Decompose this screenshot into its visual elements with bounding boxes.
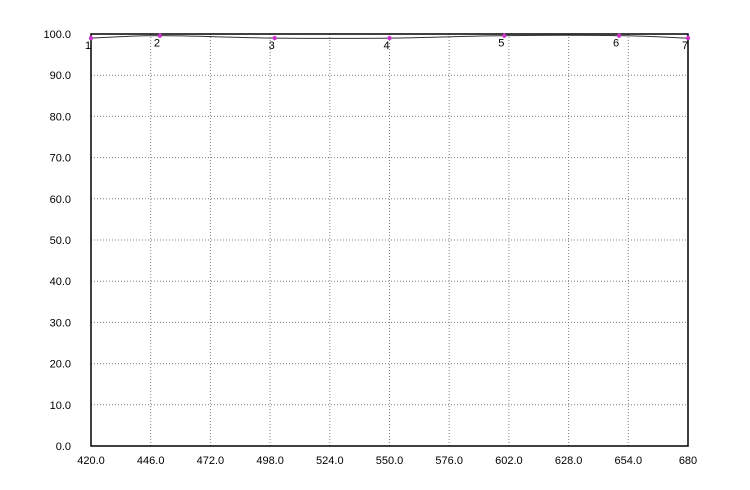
point-labels: 1 2 3 4 5 6 7: [85, 38, 688, 52]
y-tick-label: 100.0: [43, 29, 71, 41]
x-tick-label: 654.0: [615, 455, 643, 467]
y-tick-label: 50.0: [50, 235, 71, 247]
x-tick-label: 602.0: [495, 455, 523, 467]
data-point-label: 4: [383, 40, 389, 52]
x-tick-label: 576.0: [435, 455, 463, 467]
x-tick-label: 498.0: [256, 455, 284, 467]
y-axis-ticks: 0.0 10.0 20.0 30.0 40.0 50.0 60.0 70.0 80.0 90.0 1…: [43, 29, 71, 453]
y-tick-label: 60.0: [50, 194, 71, 206]
x-tick-label: 472.0: [197, 455, 225, 467]
y-tick-label: 10.0: [50, 400, 71, 412]
y-tick-label: 0.0: [56, 441, 71, 453]
data-point-label: 3: [269, 40, 275, 52]
y-tick-label: 70.0: [50, 153, 71, 165]
x-tick-label: 628.0: [555, 455, 583, 467]
y-tick-label: 30.0: [50, 317, 71, 329]
x-tick-label: 680: [679, 455, 697, 467]
x-tick-label: 524.0: [316, 455, 344, 467]
x-tick-label: 446.0: [137, 455, 165, 467]
data-point-label: 5: [498, 38, 504, 50]
data-point-label: 2: [154, 38, 160, 50]
data-point-label: 6: [613, 38, 619, 50]
y-tick-label: 80.0: [50, 111, 71, 123]
x-axis-ticks: 420.0 446.0 472.0 498.0 524.0 550.0 576.0 602.0…: [77, 455, 697, 467]
y-tick-label: 40.0: [50, 276, 71, 288]
grid: [91, 34, 688, 446]
chart-container: 0.0 10.0 20.0 30.0 40.0 50.0 60.0 70.0 80.0 90.0 1…: [0, 0, 750, 485]
y-tick-label: 90.0: [50, 70, 71, 82]
data-point-label: 1: [85, 40, 91, 52]
x-tick-label: 420.0: [77, 455, 105, 467]
data-point-label: 7: [682, 40, 688, 52]
x-tick-label: 550.0: [376, 455, 404, 467]
y-tick-label: 20.0: [50, 359, 71, 371]
line-chart: 0.0 10.0 20.0 30.0 40.0 50.0 60.0 70.0 80.0 90.0 1…: [43, 29, 697, 467]
